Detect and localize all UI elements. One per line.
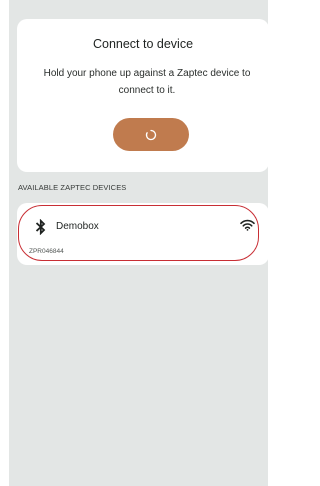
bluetooth-icon (36, 219, 46, 235)
available-devices-header: AVAILABLE ZAPTEC DEVICES (18, 183, 127, 192)
wifi-signal-icon (240, 219, 255, 231)
device-serial: ZPR046844 (29, 248, 64, 255)
connect-card: Connect to device Hold your phone up aga… (17, 19, 268, 172)
connect-instructions: Hold your phone up against a Zaptec devi… (43, 68, 251, 96)
loading-spinner-icon (145, 129, 157, 140)
device-name: Demobox (56, 221, 99, 232)
device-list-item[interactable] (17, 203, 269, 265)
connect-title: Connect to device (92, 37, 194, 51)
connect-button[interactable] (113, 118, 189, 151)
